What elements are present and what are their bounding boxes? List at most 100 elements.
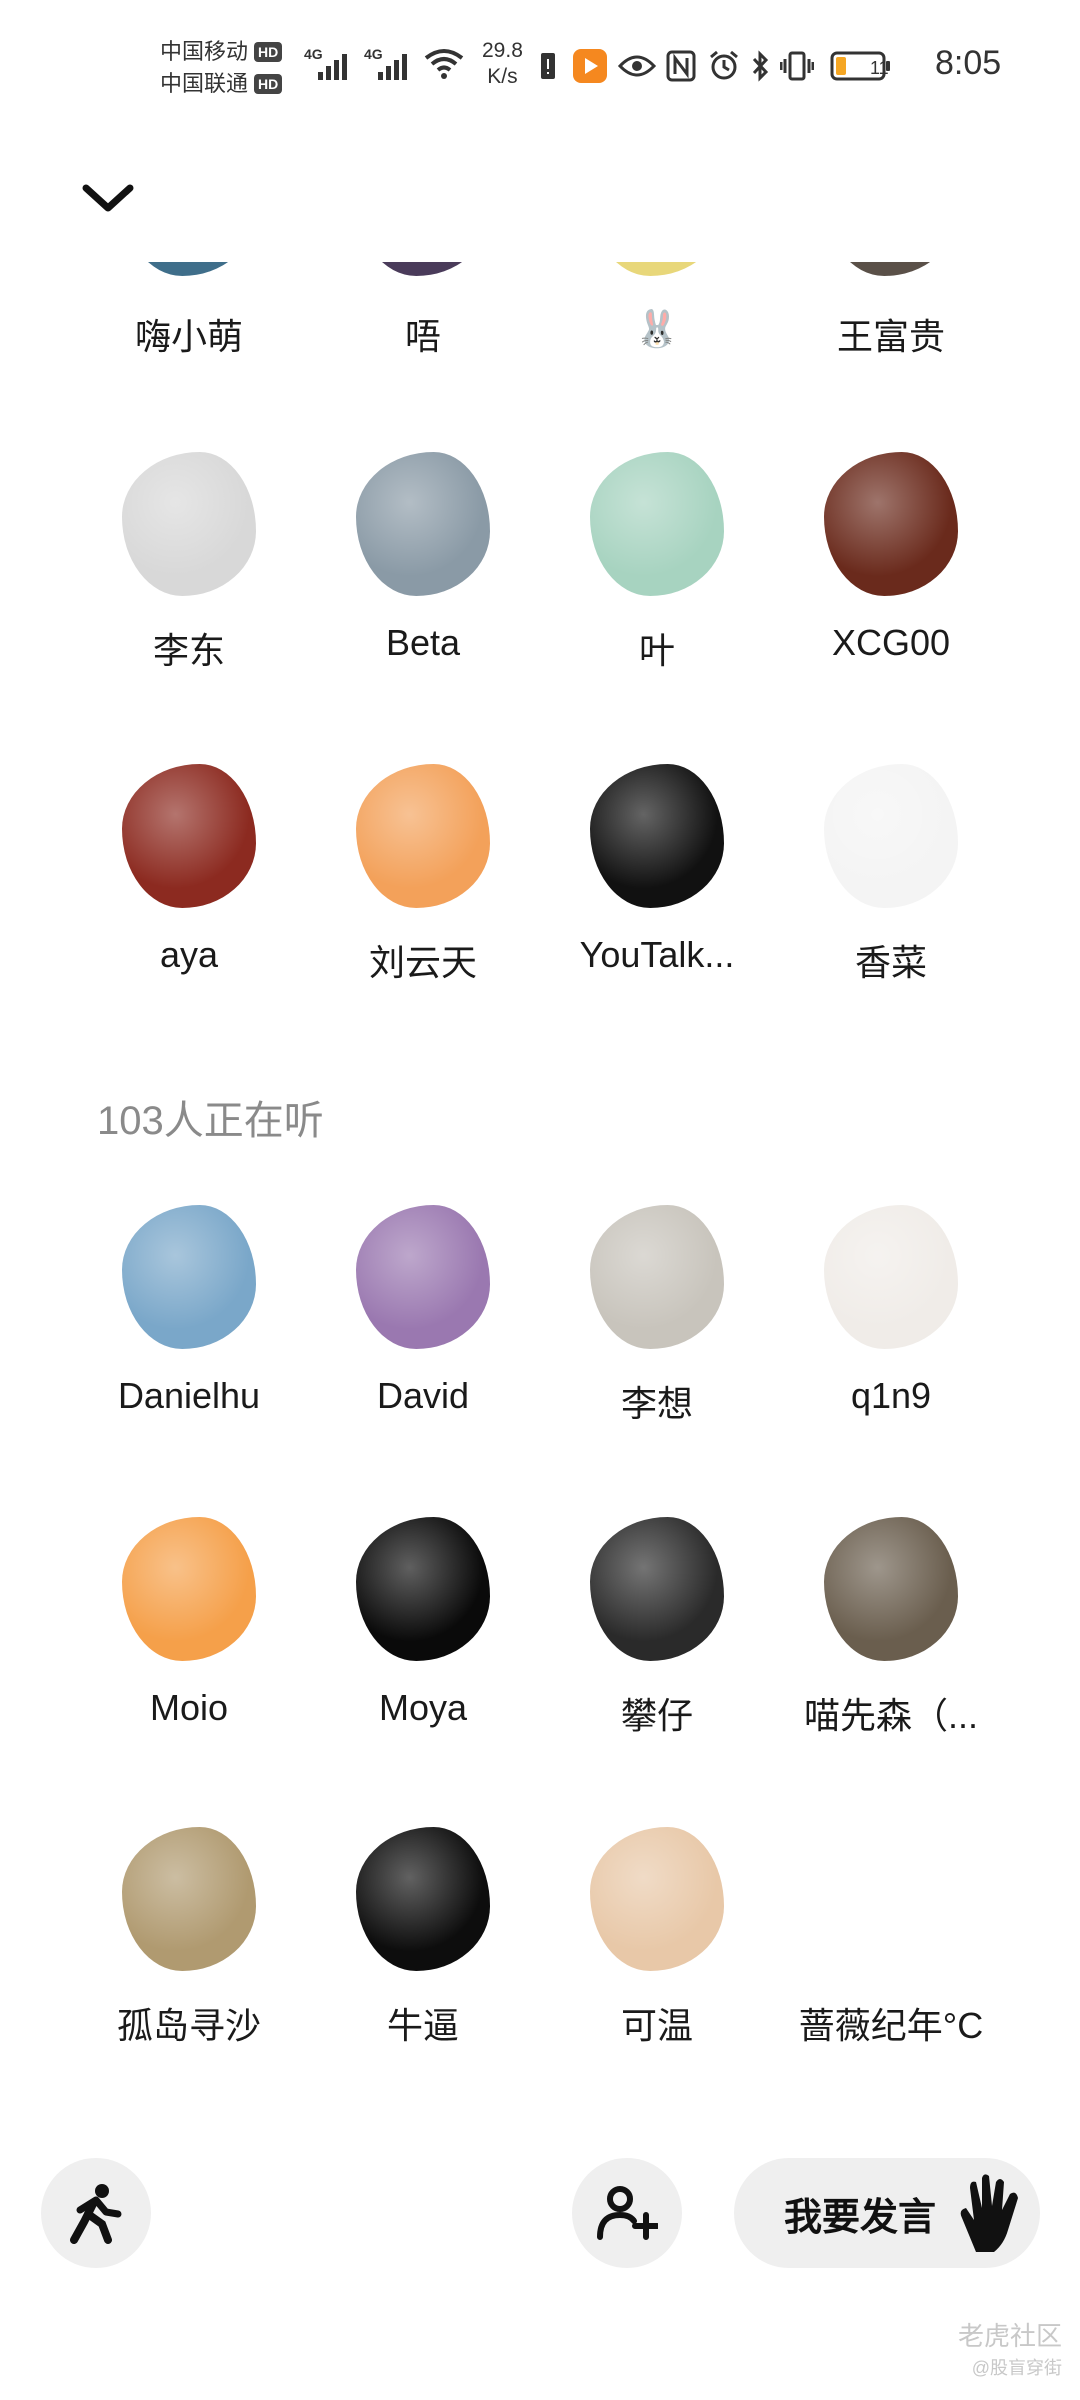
participant-name: 李想 [620, 1383, 693, 1424]
participant-cell[interactable]: aya [72, 764, 306, 1022]
participant-name: 喵先森（... [803, 1695, 978, 1736]
listeners-grid: Danielhu David 李想 q1n9 Moio Moya 攀仔 喵先森（... 孤岛寻沙… [0, 1205, 1080, 2046]
avatar[interactable] [824, 764, 958, 908]
participant-cell[interactable]: 蔷薇纪年°C [774, 1827, 1008, 2087]
participant-name: Moya [378, 1687, 468, 1728]
walking-person-icon [70, 2184, 122, 2244]
bluetooth-icon [752, 50, 769, 82]
participant-name: 攀仔 [620, 1695, 693, 1736]
participant-name: 孤岛寻沙 [116, 2005, 261, 2046]
speakers-grid: 嗨小萌 唔 🐰 王富贵李东 Beta 叶 XCG00 aya 刘云天 YouTalk... 香菜 [0, 262, 1080, 1022]
participant-cell[interactable]: 李想 [540, 1205, 774, 1465]
avatar[interactable] [122, 262, 256, 276]
participant-name: aya [159, 934, 219, 975]
participant-name: 叶 [638, 630, 675, 671]
avatar[interactable] [590, 452, 724, 596]
participant-cell[interactable]: 牛逼 [306, 1827, 540, 2087]
participant-name: XCG00 [831, 622, 951, 663]
avatar[interactable] [824, 1517, 958, 1661]
avatar[interactable] [590, 1827, 724, 1971]
participant-cell[interactable]: q1n9 [774, 1205, 1008, 1465]
participant-name: 李东 [152, 630, 225, 671]
vibrate-icon [780, 51, 814, 81]
wifi-icon [424, 49, 464, 79]
raise-hand-label: 我要发言 [784, 2196, 937, 2239]
add-user-icon [597, 2186, 658, 2240]
participant-cell[interactable]: 李东 [72, 452, 306, 712]
participant-name: Beta [385, 622, 461, 663]
participant-name: 牛逼 [386, 2005, 459, 2046]
alarm-icon [710, 50, 738, 80]
signal-1-icon: 4G [304, 46, 347, 80]
participant-cell[interactable]: 孤岛寻沙 [72, 1827, 306, 2087]
avatar[interactable] [122, 452, 256, 596]
avatar[interactable] [356, 764, 490, 908]
participant-name: 蔷薇纪年°C [798, 2005, 984, 2046]
carrier-2: 中国联通 [160, 71, 249, 96]
participant-name: Danielhu [117, 1375, 261, 1416]
avatar[interactable] [356, 1517, 490, 1661]
nfc-icon [666, 50, 696, 82]
leave-quietly-button[interactable] [41, 2158, 151, 2268]
status-bar: 中国移动 HD 中国联通 HD 4G 4G 29.8 K/s 11 8:05 [0, 0, 1080, 130]
participant-name: 刘云天 [368, 942, 477, 983]
avatar[interactable] [590, 1205, 724, 1349]
participant-cell[interactable]: 喵先森（... [774, 1517, 1008, 1777]
participant-name: David [376, 1375, 470, 1416]
avatar[interactable] [590, 262, 724, 276]
participant-name: 🐰 [634, 308, 680, 349]
participant-name: 王富贵 [836, 316, 945, 357]
participant-name: 唔 [404, 316, 441, 357]
participant-cell[interactable]: Danielhu [72, 1205, 306, 1465]
avatar[interactable] [122, 1827, 256, 1971]
participant-cell[interactable]: 香菜 [774, 764, 1008, 1022]
battery-level: 11 [870, 58, 889, 78]
avatar[interactable] [356, 452, 490, 596]
bottom-bar: 我要发言 [0, 2150, 1080, 2290]
listeners-count-label: 103人正在听 [97, 1099, 324, 1143]
avatar[interactable] [590, 1517, 724, 1661]
participant-cell[interactable]: XCG00 [774, 452, 1008, 712]
carrier-info: 中国移动 HD 中国联通 HD [160, 36, 283, 100]
avatar[interactable] [824, 1827, 958, 1971]
participant-cell[interactable]: Moya [306, 1517, 540, 1777]
avatar[interactable] [122, 1205, 256, 1349]
carrier-1: 中国移动 [160, 39, 249, 64]
clock: 8:05 [935, 44, 1002, 82]
network-speed: 29.8 K/s [482, 39, 523, 88]
avatar[interactable] [356, 262, 490, 276]
hd-badge: HD [254, 74, 283, 94]
participant-cell[interactable]: 叶 [540, 452, 774, 712]
participant-name: 可温 [620, 2005, 693, 2046]
participant-name: YouTalk... [579, 934, 735, 975]
participant-cell[interactable]: Moio [72, 1517, 306, 1777]
participant-cell[interactable]: YouTalk... [540, 764, 774, 1022]
avatar[interactable] [824, 452, 958, 596]
chevron-down-icon[interactable] [80, 178, 136, 218]
participant-cell[interactable]: 刘云天 [306, 764, 540, 1022]
avatar[interactable] [122, 764, 256, 908]
watermark: 老虎社区 @股盲穿街 [957, 2321, 1062, 2378]
participant-cell[interactable]: Beta [306, 452, 540, 712]
avatar[interactable] [590, 764, 724, 908]
participant-name: Moio [149, 1687, 229, 1728]
raised-hand-icon [960, 2174, 1018, 2252]
avatar[interactable] [824, 1205, 958, 1349]
signal-2-icon: 4G [364, 46, 407, 80]
video-app-icon [573, 49, 607, 83]
participant-name: q1n9 [850, 1375, 932, 1416]
participant-cell[interactable]: David [306, 1205, 540, 1465]
eye-icon [618, 55, 656, 77]
invite-button[interactable] [572, 2158, 682, 2268]
avatar[interactable] [824, 262, 958, 276]
avatar[interactable] [356, 1205, 490, 1349]
participant-cell[interactable]: 攀仔 [540, 1517, 774, 1777]
avatar[interactable] [122, 1517, 256, 1661]
participant-name: 香菜 [854, 942, 927, 983]
participant-cell[interactable]: 可温 [540, 1827, 774, 2087]
raise-hand-button[interactable]: 我要发言 [734, 2158, 1040, 2268]
avatar[interactable] [356, 1827, 490, 1971]
warning-icon [541, 53, 555, 79]
hd-badge: HD [254, 42, 283, 62]
participant-name: 嗨小萌 [134, 316, 243, 357]
